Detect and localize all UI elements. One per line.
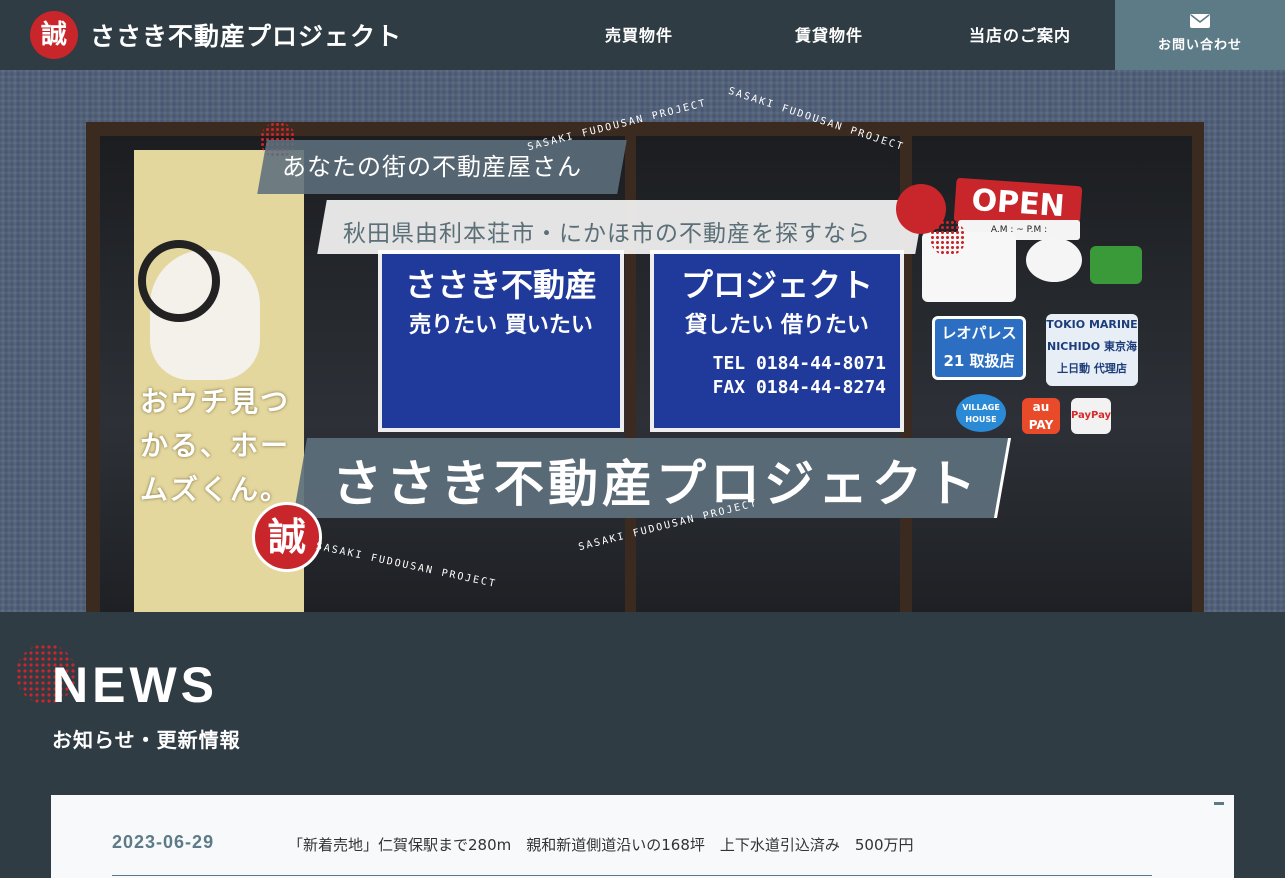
site-header: 誠 ささき不動産プロジェクト 売買物件 賃貸物件 当店のご案内 お問い合わせ [0,0,1285,70]
sign-left-sub: 売りたい 買いたい [409,313,593,338]
logo-seal-icon: 誠 [30,11,78,59]
village-house-decal: VILLAGE HOUSE [956,394,1006,432]
site-logo-link[interactable]: 誠 ささき不動産プロジェクト [30,11,402,59]
magnifier-icon [138,240,220,322]
banner-text: おウチ見つかる、ホームズくん。 [140,385,291,506]
contact-button[interactable]: お問い合わせ [1115,0,1285,70]
minimize-icon[interactable] [1214,802,1224,805]
sign-fax: FAX 0184-44-8274 [712,377,886,398]
news-subheading: お知らせ・更新情報 [52,728,241,752]
store-sign-right: プロジェクト 貸したい 借りたい TEL 0184-44-8071 FAX 01… [650,250,904,432]
site-name: ささき不動産プロジェクト [90,22,403,51]
envelope-icon [1190,14,1210,28]
leopalace-decal: レオパレス21 取扱店 [932,316,1026,380]
news-heading: NEWS [52,657,218,713]
hero-sub-tagline: 秋田県由利本荘市・にかほ市の不動産を探すなら [343,221,871,247]
hero-brand-title: ささき不動産プロジェクト [332,455,980,513]
nav-item-sale-properties[interactable]: 売買物件 [580,0,698,70]
tokio-marine-decal: TOKIO MARINE NICHIDO 東京海上日動 代理店 [1046,314,1138,386]
brand-seal-icon: 誠 [252,502,322,572]
news-item-title: 「新着売地」仁賀保駅まで280m 親和新道側道沿いの168坪 上下水道引込済み … [288,836,914,854]
sign-right-sub: 貸したい 借りたい [685,313,869,338]
round-sticker-decal [1026,238,1082,282]
green-badge-decal [1090,246,1142,284]
contact-label: お問い合わせ [1157,38,1242,53]
news-item-date: 2023-06-29 [112,832,215,852]
sign-left-title: ささき不動産 [404,266,597,304]
nav-item-store-info[interactable]: 当店のご案内 [950,0,1090,70]
hero-tagline: あなたの街の不動産屋さん [282,153,582,181]
news-item[interactable]: 2023-06-29 「新着売地」仁賀保駅まで280m 親和新道側道沿いの168… [112,824,1152,876]
sign-right-title: プロジェクト [680,266,873,304]
au-pay-decal: au PAY [1022,398,1060,434]
hero-section: おウチ見つかる、ホームズくん。 ささき不動産 売りたい 買いたい プロジェクト … [0,70,1285,612]
nav-item-rental-properties[interactable]: 賃貸物件 [770,0,888,70]
dot-pattern-decoration [930,220,966,256]
sign-tel: TEL 0184-44-8071 [712,353,886,374]
paypay-decal: PayPay [1071,398,1111,434]
store-sign-left: ささき不動産 売りたい 買いたい [378,250,624,432]
